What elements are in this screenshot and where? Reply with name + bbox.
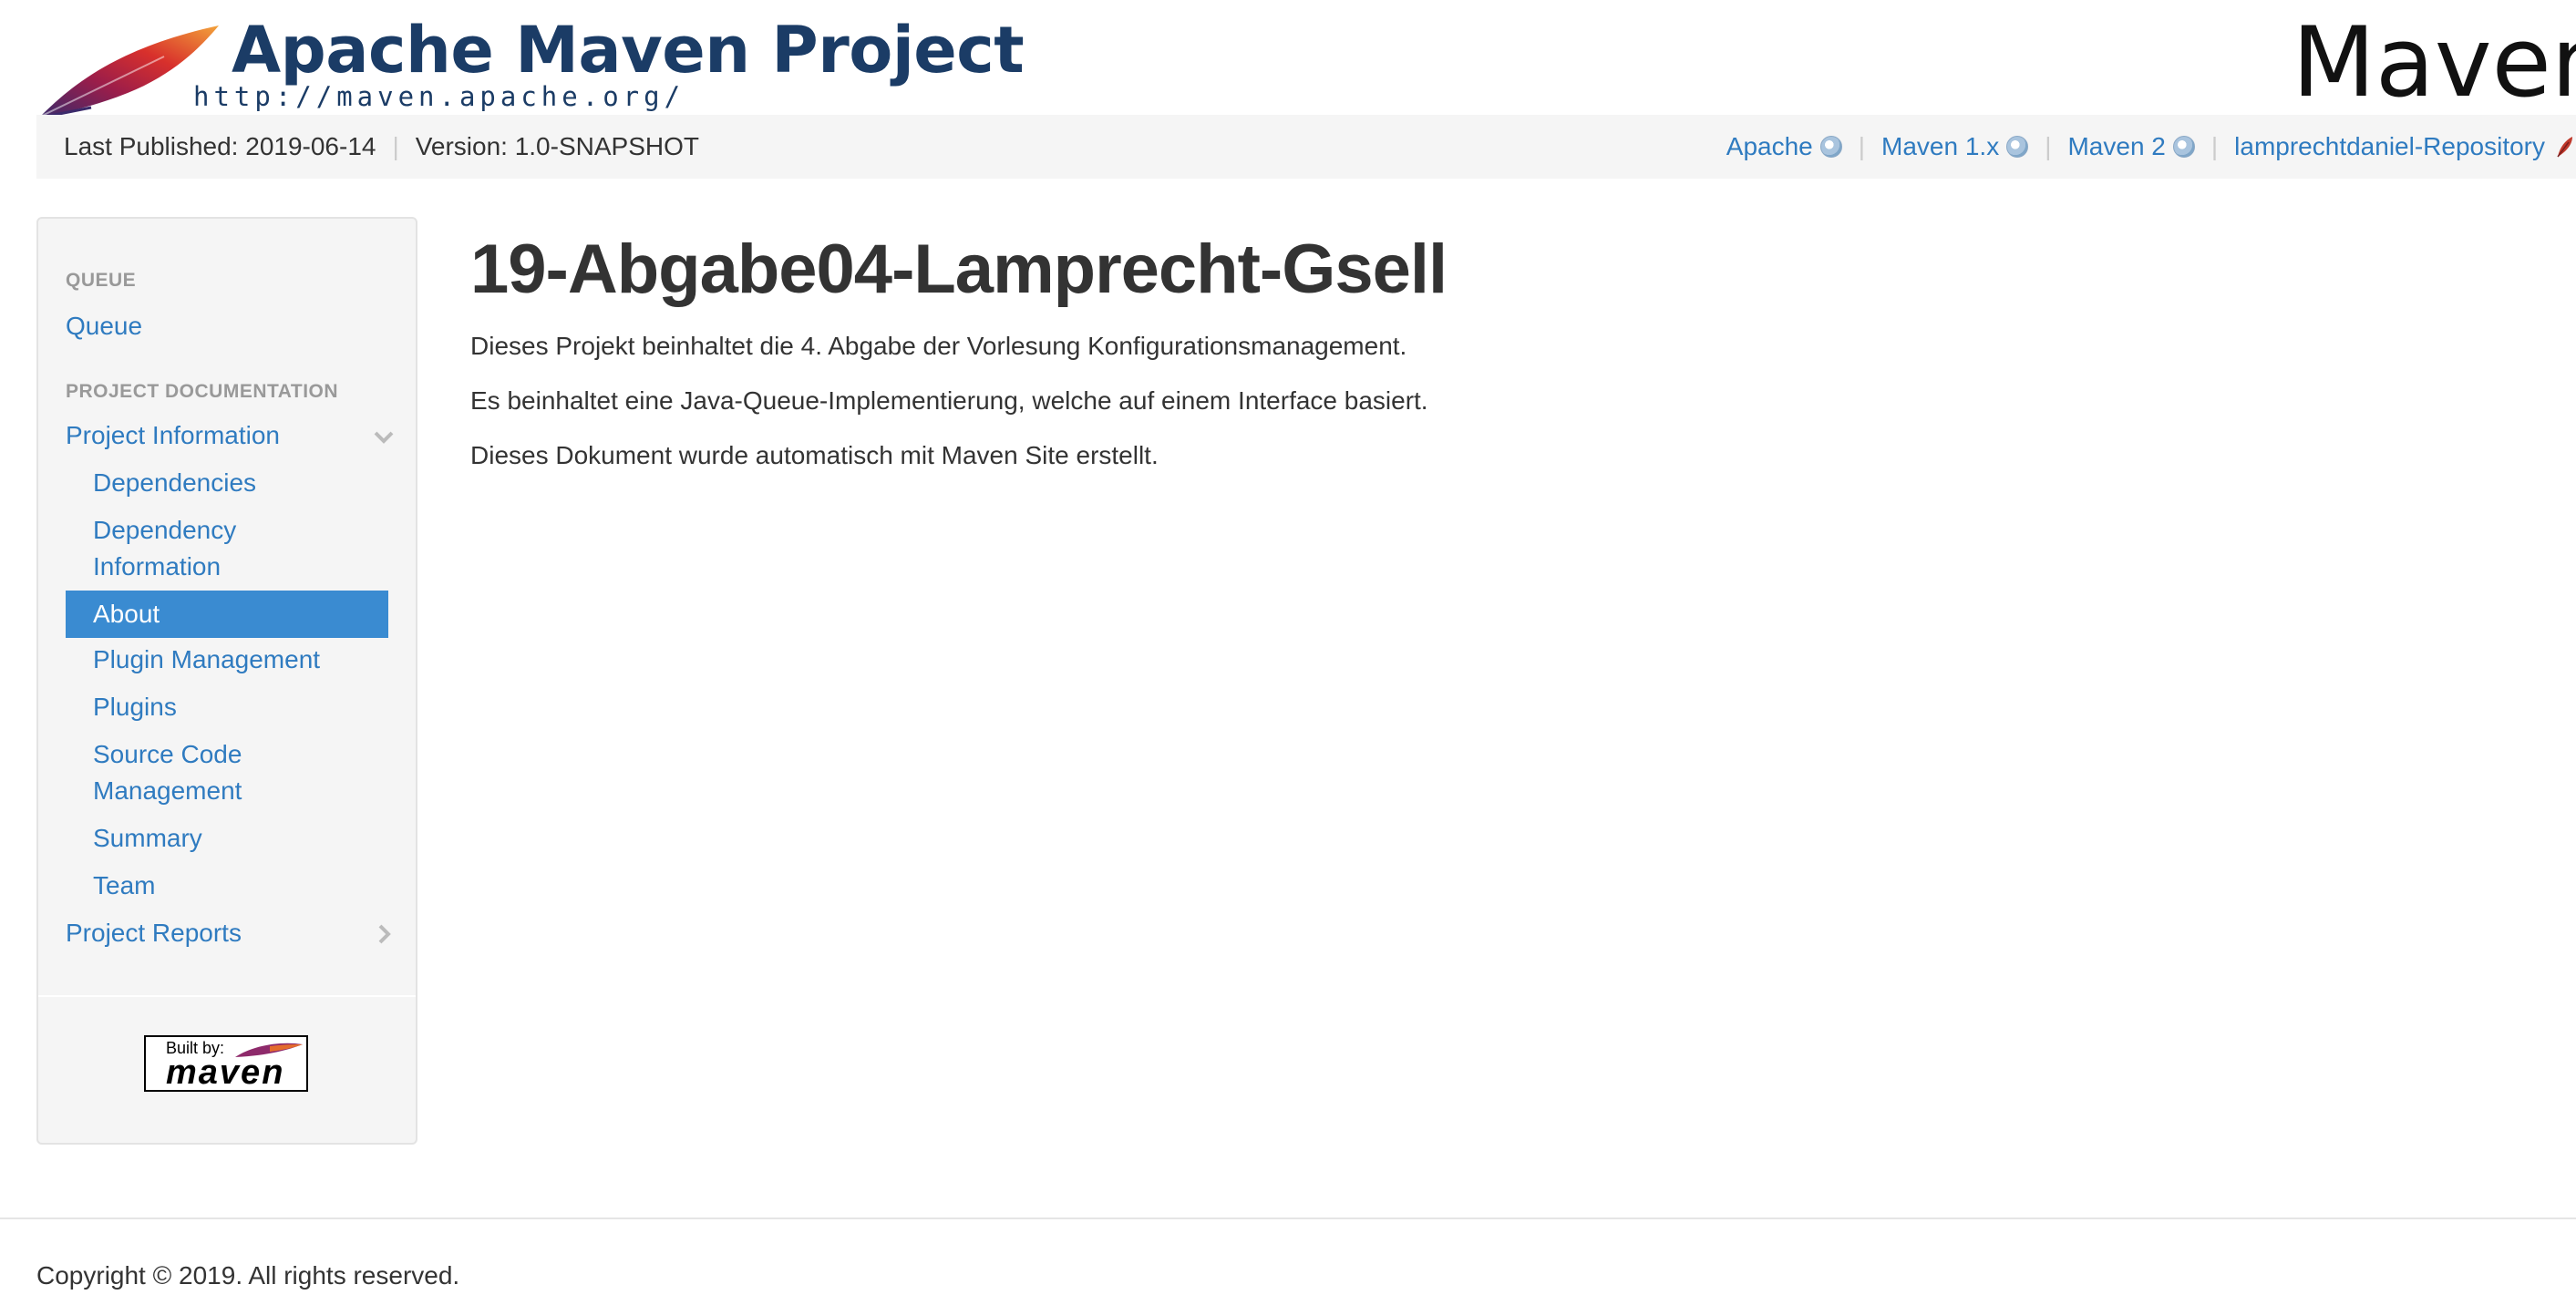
separator: | bbox=[392, 132, 399, 160]
nav-item-label: Information bbox=[93, 552, 222, 581]
external-link-icon bbox=[2006, 136, 2029, 158]
nav-item-queue[interactable]: Queue bbox=[66, 308, 142, 344]
chevron-down-icon[interactable] bbox=[370, 423, 397, 450]
external-links: Apache | Maven 1.x | Maven 2 | lamprecht… bbox=[1726, 115, 2576, 179]
maven-2-link-label: Maven 2 bbox=[2067, 132, 2166, 160]
nav-item-label: Dependency bbox=[93, 516, 237, 544]
feather-icon bbox=[2557, 137, 2572, 158]
nav-header-queue: QUEUE bbox=[66, 270, 137, 291]
main-content: 19-Abgabe04-Lamprecht-Gsell Dieses Proje… bbox=[470, 231, 2476, 470]
built-by-word: maven bbox=[166, 1053, 285, 1092]
footer-copyright: Copyright © 2019. All rights reserved. bbox=[36, 1261, 460, 1290]
nav-item-about[interactable]: About bbox=[66, 591, 388, 638]
separator: | bbox=[2045, 132, 2052, 160]
nav-item-project-reports[interactable]: Project Reports bbox=[66, 915, 242, 951]
separator: | bbox=[2210, 132, 2219, 160]
nav-item-dependencies[interactable]: Dependencies bbox=[93, 465, 256, 501]
last-published: Last Published: 2019-06-14 bbox=[64, 132, 376, 160]
page-title: 19-Abgabe04-Lamprecht-Gsell bbox=[470, 231, 1448, 308]
banner: Apache Maven Project http://maven.apache… bbox=[0, 0, 2576, 120]
built-by-maven-badge[interactable]: Built by: maven bbox=[144, 1035, 308, 1092]
banner-url: http://maven.apache.org/ bbox=[193, 81, 685, 112]
nav-item-source-code-management[interactable]: Source Code Management bbox=[93, 736, 242, 809]
paragraph: Dieses Dokument wurde automatisch mit Ma… bbox=[470, 441, 1159, 469]
nav-item-summary[interactable]: Summary bbox=[93, 820, 202, 857]
repository-link-label: lamprechtdaniel-Repository bbox=[2234, 132, 2545, 160]
maven-logo-text[interactable]: Maven bbox=[2292, 15, 2576, 111]
publish-info: Last Published: 2019-06-14 | Version: 1.… bbox=[64, 115, 699, 179]
version: Version: 1.0-SNAPSHOT bbox=[415, 132, 699, 160]
nav-item-team[interactable]: Team bbox=[93, 868, 155, 904]
nav-item-dependency-information[interactable]: Dependency Information bbox=[93, 512, 236, 585]
nav-header-project-documentation: PROJECT DOCUMENTATION bbox=[66, 381, 339, 402]
breadcrumb-bar: Last Published: 2019-06-14 | Version: 1.… bbox=[36, 115, 2576, 179]
paragraph: Dieses Projekt beinhaltet die 4. Abgabe … bbox=[470, 332, 1407, 360]
paragraph: Es beinhaltet eine Java-Queue-Implementi… bbox=[470, 386, 1428, 415]
nav-item-project-information[interactable]: Project Information bbox=[66, 417, 280, 454]
chevron-right-icon[interactable] bbox=[370, 920, 397, 948]
external-link-icon bbox=[1819, 136, 1842, 158]
apache-link-label: Apache bbox=[1726, 132, 1813, 160]
external-link-icon bbox=[2172, 136, 2195, 158]
nav-item-label: Management bbox=[93, 776, 242, 805]
maven-1x-link[interactable]: Maven 1.x bbox=[1881, 132, 2029, 161]
apache-maven-logo[interactable]: Apache Maven Project http://maven.apache… bbox=[36, 13, 1025, 120]
sidebar-nav: QUEUE Queue PROJECT DOCUMENTATION Projec… bbox=[36, 217, 417, 1145]
nav-item-plugins[interactable]: Plugins bbox=[93, 689, 177, 725]
sidebar-divider bbox=[38, 995, 416, 997]
nav-item-label: Source Code bbox=[93, 740, 242, 768]
repository-link[interactable]: lamprechtdaniel-Repository bbox=[2234, 132, 2576, 161]
apache-link[interactable]: Apache bbox=[1726, 132, 1842, 161]
footer-divider bbox=[0, 1218, 2576, 1219]
separator: | bbox=[1858, 132, 1866, 160]
maven-2-link[interactable]: Maven 2 bbox=[2067, 132, 2195, 161]
nav-item-plugin-management[interactable]: Plugin Management bbox=[93, 642, 320, 678]
banner-title: Apache Maven Project bbox=[232, 13, 1025, 87]
maven-1x-link-label: Maven 1.x bbox=[1881, 132, 2000, 160]
